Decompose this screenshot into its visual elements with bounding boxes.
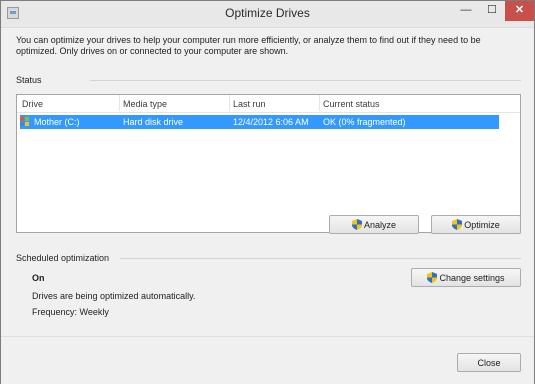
status-group-label: Status <box>16 75 42 85</box>
drive-row[interactable]: Mother (C:) Hard disk drive 12/4/2012 6:… <box>20 115 499 129</box>
change-settings-button[interactable]: Change settings <box>411 268 521 287</box>
dialog-footer: Close <box>1 336 534 384</box>
schedule-description: Drives are being optimized automatically… <box>32 291 196 301</box>
drive-name: Mother (C:) <box>34 117 80 127</box>
title-bar[interactable]: Optimize Drives — ☐ ✕ <box>1 1 534 28</box>
column-header-media-type[interactable]: Media type <box>123 99 167 109</box>
column-header-drive[interactable]: Drive <box>22 99 43 109</box>
column-header-last-run[interactable]: Last run <box>233 99 266 109</box>
uac-shield-icon <box>427 272 438 283</box>
drive-media-type: Hard disk drive <box>123 117 184 127</box>
schedule-state: On <box>32 273 45 283</box>
change-settings-button-label: Change settings <box>439 273 505 283</box>
drives-list[interactable]: Drive Media type Last run Current status… <box>16 94 521 233</box>
close-button[interactable]: Close <box>457 353 521 372</box>
status-group-divider <box>90 80 521 81</box>
close-window-button[interactable]: ✕ <box>505 1 534 21</box>
intro-text: You can optimize your drives to help you… <box>16 35 481 56</box>
analyze-button-label: Analyze <box>363 220 397 230</box>
drive-current-status: OK (0% fragmented) <box>323 117 406 127</box>
uac-shield-icon <box>452 219 463 230</box>
drive-icon <box>20 117 31 126</box>
optimize-button[interactable]: Optimize <box>431 215 521 234</box>
optimize-drives-window: Optimize Drives — ☐ ✕ You can optimize y… <box>0 0 535 384</box>
column-separator[interactable] <box>229 95 230 111</box>
drives-list-header: Drive Media type Last run Current status <box>17 95 520 113</box>
uac-shield-icon <box>351 219 362 230</box>
column-separator[interactable] <box>319 95 320 111</box>
optimize-button-label: Optimize <box>464 220 500 230</box>
scheduled-group-label: Scheduled optimization <box>16 253 110 263</box>
column-header-current-status[interactable]: Current status <box>323 99 380 109</box>
schedule-frequency: Frequency: Weekly <box>32 307 109 317</box>
drive-last-run: 12/4/2012 6:06 AM <box>233 117 309 127</box>
maximize-button[interactable]: ☐ <box>479 1 505 21</box>
dialog-content: You can optimize your drives to help you… <box>1 28 534 384</box>
minimize-button[interactable]: — <box>453 1 479 21</box>
analyze-button[interactable]: Analyze <box>329 215 419 234</box>
column-separator[interactable] <box>119 95 120 111</box>
scheduled-group-divider <box>120 258 521 259</box>
